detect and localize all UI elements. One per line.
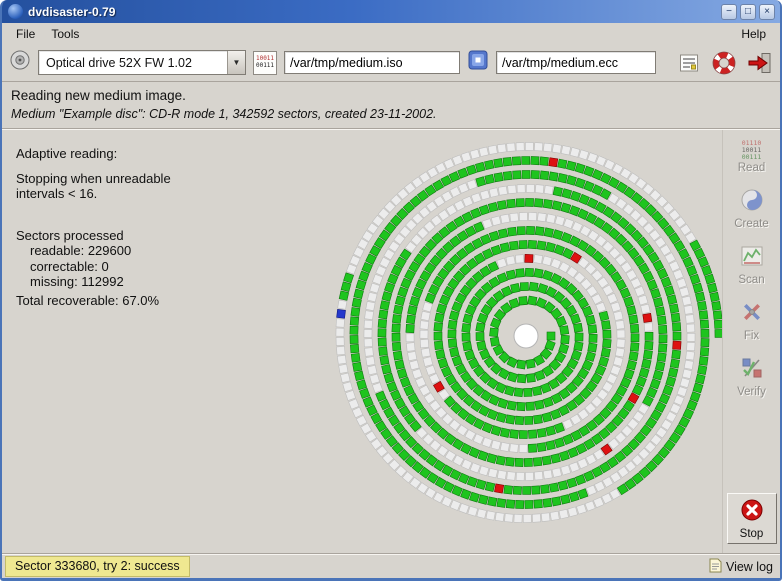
- chevron-down-icon[interactable]: ▼: [227, 51, 245, 74]
- help-lifebelt-icon[interactable]: [710, 49, 738, 77]
- window-controls: − □ ×: [721, 4, 775, 20]
- fix-icon: [740, 300, 764, 329]
- status-heading: Reading new medium image. Medium "Exampl…: [2, 82, 780, 129]
- stopping-condition-line1: Stopping when unreadable: [16, 171, 171, 187]
- menu-file[interactable]: File: [10, 26, 41, 42]
- create-button-label: Create: [734, 218, 769, 230]
- ecc-file-icon: [467, 49, 489, 76]
- app-icon: [8, 4, 23, 19]
- create-button[interactable]: Create: [726, 184, 778, 233]
- image-file-input[interactable]: [284, 51, 460, 74]
- status-line-primary: Reading new medium image.: [11, 88, 771, 103]
- statusbar: Sector 333680, try 2: success View log: [2, 554, 780, 578]
- action-sidebar: 01110 10011 00111 Read Create: [722, 130, 780, 553]
- drive-icon: [9, 49, 31, 76]
- verify-button[interactable]: Verify: [726, 352, 778, 401]
- ecc-file-input[interactable]: [496, 51, 656, 74]
- medium-info-line: Medium "Example disc": CD-R mode 1, 3425…: [11, 107, 771, 121]
- sectors-processed-title: Sectors processed: [16, 228, 171, 244]
- scan-button-label: Scan: [738, 274, 764, 286]
- sectors-correctable: correctable: 0: [16, 259, 171, 275]
- titlebar: dvdisaster-0.79 − □ ×: [2, 0, 780, 23]
- stop-button-label: Stop: [740, 528, 764, 540]
- total-recoverable: Total recoverable: 67.0%: [16, 293, 171, 309]
- minimize-icon[interactable]: −: [721, 4, 737, 20]
- quit-icon[interactable]: [745, 49, 773, 77]
- sectors-missing: missing: 112992: [16, 274, 171, 290]
- image-file-icon: 10011 00111: [253, 51, 277, 75]
- menubar: File Tools Help: [2, 23, 780, 44]
- view-log-label: View log: [726, 560, 773, 574]
- status-message: Sector 333680, try 2: success: [5, 556, 190, 577]
- fix-button[interactable]: Fix: [726, 296, 778, 345]
- scan-button[interactable]: Scan: [726, 240, 778, 289]
- fix-button-label: Fix: [744, 330, 759, 342]
- reading-info-panel: Adaptive reading: Stopping when unreadab…: [16, 146, 171, 308]
- close-icon[interactable]: ×: [759, 4, 775, 20]
- read-button-label: Read: [738, 162, 766, 174]
- view-log-button[interactable]: View log: [709, 558, 773, 576]
- maximize-icon[interactable]: □: [740, 4, 756, 20]
- dvdisaster-window: dvdisaster-0.79 − □ × File Tools Help Op…: [0, 0, 782, 581]
- work-area: Adaptive reading: Stopping when unreadab…: [2, 130, 722, 553]
- stopping-condition-line2: intervals < 16.: [16, 186, 171, 202]
- log-icon: [709, 558, 722, 576]
- preferences-icon[interactable]: [675, 49, 703, 77]
- stop-icon: [740, 498, 764, 527]
- sectors-readable: readable: 229600: [16, 243, 171, 259]
- menu-help[interactable]: Help: [735, 26, 772, 42]
- verify-button-label: Verify: [737, 386, 766, 398]
- scan-icon: [740, 244, 764, 273]
- read-button[interactable]: 01110 10011 00111 Read: [726, 136, 778, 177]
- stop-button[interactable]: Stop: [727, 493, 777, 544]
- drive-select[interactable]: Optical drive 52X FW 1.02 ▼: [38, 50, 246, 75]
- read-icon: 01110 10011 00111: [742, 140, 762, 161]
- window-title: dvdisaster-0.79: [28, 5, 115, 19]
- menu-tools[interactable]: Tools: [45, 26, 85, 42]
- toolbar: Optical drive 52X FW 1.02 ▼ 10011 00111: [2, 44, 780, 82]
- main-area: Adaptive reading: Stopping when unreadab…: [2, 129, 780, 554]
- create-icon: [740, 188, 764, 217]
- drive-select-value: Optical drive 52X FW 1.02: [39, 51, 227, 74]
- verify-icon: [740, 356, 764, 385]
- adaptive-reading-title: Adaptive reading:: [16, 146, 171, 162]
